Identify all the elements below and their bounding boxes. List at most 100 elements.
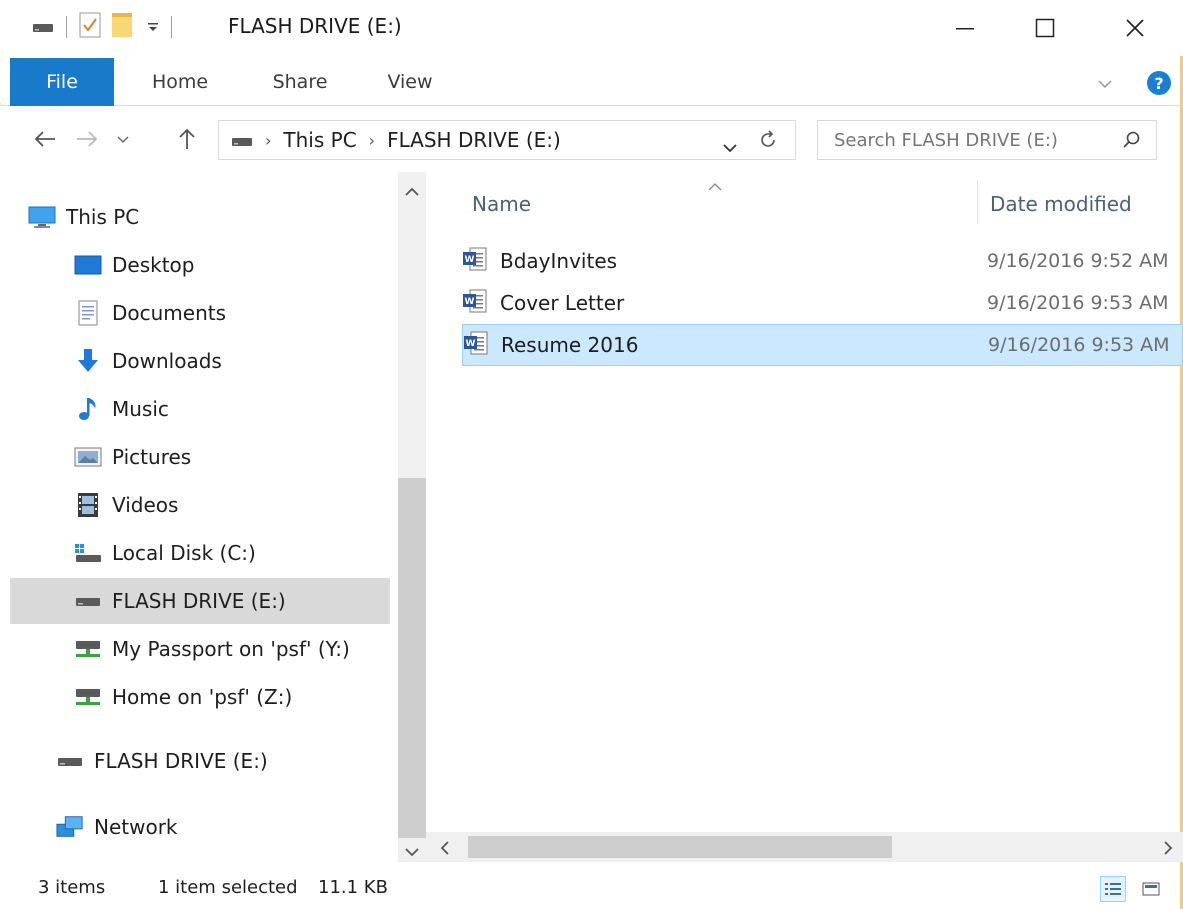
breadcrumb-this-pc[interactable]: This PC	[283, 128, 356, 152]
new-folder-icon[interactable]	[111, 12, 135, 42]
recent-locations-button[interactable]	[108, 124, 138, 154]
svg-text:W: W	[465, 255, 475, 265]
nav-item-desktop[interactable]: Desktop	[74, 242, 388, 288]
large-icons-view-button[interactable]	[1138, 876, 1164, 902]
nav-item-label: Videos	[112, 493, 179, 517]
quick-access-toolbar	[32, 12, 184, 42]
address-bar[interactable]: › This PC › FLASH DRIVE (E:)	[218, 120, 796, 160]
nav-item-my-passport[interactable]: My Passport on 'psf' (Y:)	[74, 626, 398, 672]
word-document-icon: W	[463, 330, 489, 361]
help-button[interactable]: ?	[1146, 70, 1172, 100]
scroll-left-arrow-icon[interactable]	[440, 840, 450, 859]
details-view-button[interactable]	[1100, 876, 1126, 902]
toolbar-separator	[66, 16, 67, 38]
refresh-button[interactable]	[757, 129, 779, 156]
file-row[interactable]: W BdayInvites 9/16/2016 9:52 AM	[462, 240, 1183, 282]
refresh-icon	[761, 130, 775, 147]
nav-item-pictures[interactable]: Pictures	[74, 434, 388, 480]
music-note-icon	[74, 396, 102, 422]
search-icon[interactable]	[1122, 130, 1142, 155]
file-name: BdayInvites	[500, 249, 618, 273]
maximize-button[interactable]	[1015, 8, 1075, 48]
search-box[interactable]	[817, 120, 1157, 160]
nav-item-label: Network	[94, 815, 178, 839]
nav-item-home-psf[interactable]: Home on 'psf' (Z:)	[74, 674, 388, 720]
close-icon	[1126, 19, 1144, 37]
nav-item-videos[interactable]: Videos	[74, 482, 388, 528]
address-history-dropdown[interactable]	[723, 134, 737, 158]
film-icon	[74, 492, 102, 518]
nav-item-network[interactable]: Network	[56, 804, 388, 850]
chevron-right-icon[interactable]: ›	[265, 131, 271, 150]
breadcrumb-flash-drive[interactable]: FLASH DRIVE (E:)	[387, 128, 561, 152]
help-icon: ?	[1147, 71, 1171, 95]
nav-item-label: Pictures	[112, 445, 192, 469]
toolbar-separator	[171, 16, 172, 38]
chevron-down-icon	[723, 144, 737, 153]
close-button[interactable]	[1105, 8, 1165, 48]
pictures-icon	[74, 444, 102, 470]
maximize-icon	[1035, 18, 1055, 38]
navigation-pane-scrollbar[interactable]	[398, 172, 426, 862]
status-bar: 3 items 1 item selected 11.1 KB	[0, 866, 1183, 909]
scroll-right-arrow-icon[interactable]	[1163, 840, 1173, 859]
network-drive-icon	[74, 684, 102, 710]
word-document-icon: W	[462, 246, 488, 277]
expand-ribbon-button[interactable]	[1098, 74, 1112, 93]
chevron-down-icon	[1098, 80, 1112, 89]
nav-item-label: Music	[112, 397, 169, 421]
status-selection: 1 item selected	[158, 877, 298, 898]
desktop-icon	[74, 252, 102, 278]
properties-icon[interactable]	[79, 12, 101, 42]
file-date-modified: 9/16/2016 9:52 AM	[987, 250, 1169, 272]
download-arrow-icon	[74, 348, 102, 374]
chevron-right-icon[interactable]: ›	[369, 131, 375, 150]
svg-text:W: W	[466, 339, 476, 349]
drive-icon	[231, 128, 253, 152]
network-drive-icon	[74, 636, 102, 662]
svg-text:W: W	[465, 297, 475, 307]
column-divider[interactable]	[977, 180, 978, 224]
address-row: › This PC › FLASH DRIVE (E:)	[0, 106, 1183, 172]
computer-icon	[28, 204, 56, 230]
nav-item-downloads[interactable]: Downloads	[74, 338, 388, 384]
file-row-selected[interactable]: W Resume 2016 9/16/2016 9:53 AM	[462, 324, 1183, 366]
details-view-icon	[1105, 883, 1121, 895]
scrollbar-thumb[interactable]	[398, 478, 426, 838]
nav-item-label: Desktop	[112, 253, 195, 277]
nav-item-local-disk[interactable]: Local Disk (C:)	[74, 530, 388, 576]
tab-file[interactable]: File	[10, 58, 114, 106]
sort-ascending-icon	[708, 176, 722, 195]
title-bar: FLASH DRIVE (E:)	[0, 0, 1183, 56]
scroll-up-arrow-icon[interactable]	[405, 182, 419, 201]
nav-item-label: Downloads	[112, 349, 222, 373]
tab-share[interactable]: Share	[250, 58, 350, 106]
column-header-date-modified[interactable]: Date modified	[990, 192, 1132, 216]
file-list-horizontal-scrollbar[interactable]	[426, 832, 1183, 862]
nav-item-flash-drive-e[interactable]: FLASH DRIVE (E:)	[10, 578, 390, 624]
scrollbar-thumb[interactable]	[468, 836, 892, 858]
nav-item-documents[interactable]: Documents	[74, 290, 388, 336]
minimize-button[interactable]	[935, 8, 995, 48]
scroll-down-arrow-icon[interactable]	[405, 842, 419, 861]
documents-icon	[74, 300, 102, 326]
minimize-icon	[956, 28, 974, 30]
nav-item-flash-drive-root[interactable]: FLASH DRIVE (E:)	[56, 738, 388, 784]
arrow-left-icon	[34, 131, 55, 147]
column-header-name[interactable]: Name	[472, 192, 531, 216]
nav-item-label: My Passport on 'psf' (Y:)	[112, 637, 350, 661]
nav-item-label: FLASH DRIVE (E:)	[94, 749, 268, 773]
search-input[interactable]	[834, 129, 1104, 151]
back-button[interactable]	[30, 124, 60, 154]
tab-view[interactable]: View	[365, 58, 455, 106]
tab-home[interactable]: Home	[130, 58, 230, 106]
forward-button[interactable]	[72, 124, 102, 154]
nav-item-music[interactable]: Music	[74, 386, 388, 432]
customize-toolbar-icon[interactable]	[147, 18, 159, 37]
up-button[interactable]	[172, 124, 202, 154]
file-date-modified: 9/16/2016 9:53 AM	[988, 334, 1170, 356]
arrow-up-icon	[179, 128, 195, 149]
nav-item-this-pc[interactable]: This PC	[28, 194, 388, 240]
nav-item-label: This PC	[66, 205, 140, 229]
file-row[interactable]: W Cover Letter 9/16/2016 9:53 AM	[462, 282, 1183, 324]
